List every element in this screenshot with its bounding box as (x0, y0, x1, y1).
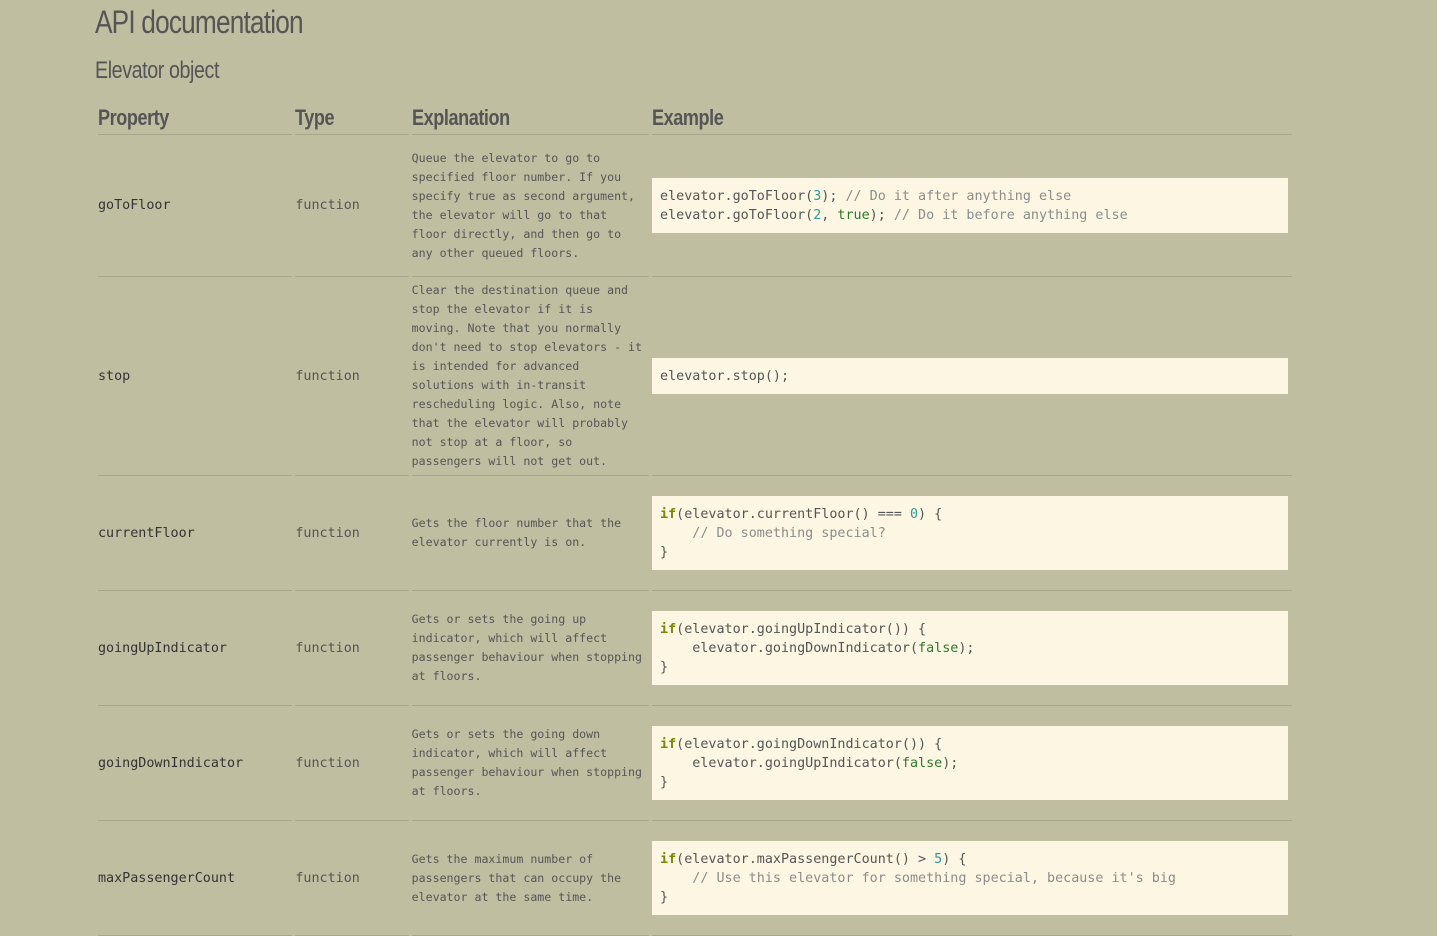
property-type: function (295, 821, 409, 936)
table-row: maxPassengerCount function Gets the maxi… (98, 821, 1292, 936)
code-text: ) { (918, 507, 943, 522)
property-name: goToFloor (98, 135, 293, 277)
property-type: function (295, 277, 409, 476)
property-name: maxPassengerCount (98, 821, 293, 936)
table-row: stop function Clear the destination queu… (98, 277, 1292, 476)
property-type: function (295, 591, 409, 706)
property-name: stop (98, 277, 293, 476)
api-table: Property Type Explanation Example goToFl… (95, 101, 1295, 936)
code-text: ); (958, 641, 975, 656)
section-title: Elevator object (95, 57, 220, 84)
table-row: goToFloor function Queue the elevator to… (98, 135, 1292, 277)
property-name: goingUpIndicator (98, 591, 293, 706)
property-example: if(elevator.currentFloor() === 0) { // D… (652, 476, 1292, 591)
property-example: if(elevator.goingUpIndicator()) { elevat… (652, 591, 1292, 706)
property-name: goingDownIndicator (98, 706, 293, 821)
code-text: (elevator.goingDownIndicator()) { (676, 737, 943, 752)
code-block: if(elevator.maxPassengerCount() > 5) { /… (652, 841, 1289, 915)
code-text: ); (869, 208, 894, 223)
code-text: elevator.goToFloor( (660, 208, 814, 223)
code-keyword: if (660, 737, 677, 752)
code-keyword: if (660, 852, 677, 867)
code-text: (elevator.currentFloor() === (676, 507, 910, 522)
code-text: } (660, 545, 669, 560)
property-type: function (295, 476, 409, 591)
code-keyword: if (660, 507, 677, 522)
property-explanation: Queue the elevator to go to specified fl… (411, 135, 650, 277)
code-text: , (821, 208, 838, 223)
property-explanation: Gets or sets the going down indicator, w… (411, 706, 650, 821)
property-type: function (295, 135, 409, 277)
code-number: 5 (934, 852, 943, 867)
property-explanation: Clear the destination queue and stop the… (411, 277, 650, 476)
property-explanation: Gets or sets the going up indicator, whi… (411, 591, 650, 706)
code-text: elevator.goingDownIndicator( (660, 641, 919, 656)
code-text: (elevator.goingUpIndicator()) { (676, 622, 927, 637)
code-keyword: if (660, 622, 677, 637)
table-row: currentFloor function Gets the floor num… (98, 476, 1292, 591)
code-block: if(elevator.currentFloor() === 0) { // D… (652, 496, 1289, 570)
header-example: Example (652, 101, 1292, 135)
code-block: elevator.stop(); (652, 358, 1289, 394)
code-boolean: false (901, 756, 943, 771)
header-explanation: Explanation (411, 101, 650, 135)
code-comment: // Use this elevator for something speci… (692, 871, 1176, 886)
code-number: 0 (909, 507, 919, 522)
code-text: ); (942, 756, 959, 771)
code-text: elevator.stop(); (660, 369, 790, 384)
code-text: } (660, 660, 669, 675)
table-row: goingUpIndicator function Gets or sets t… (98, 591, 1292, 706)
property-example: if(elevator.goingDownIndicator()) { elev… (652, 706, 1292, 821)
code-block: if(elevator.goingUpIndicator()) { elevat… (652, 611, 1289, 685)
code-text: ); (821, 189, 846, 204)
code-block: elevator.goToFloor(3); // Do it after an… (652, 178, 1289, 233)
code-text: (elevator.maxPassengerCount() > (676, 852, 935, 867)
code-text: elevator.goToFloor( (660, 189, 814, 204)
code-text: elevator.goingUpIndicator( (660, 756, 902, 771)
code-comment: // Do it after anything else (845, 189, 1072, 204)
property-example: if(elevator.maxPassengerCount() > 5) { /… (652, 821, 1292, 936)
table-header-row: Property Type Explanation Example (98, 101, 1292, 135)
header-type: Type (295, 101, 409, 135)
property-example: elevator.goToFloor(3); // Do it after an… (652, 135, 1292, 277)
property-explanation: Gets the maximum number of passengers th… (411, 821, 650, 936)
code-comment: // Do it before anything else (893, 208, 1128, 223)
code-text: } (660, 775, 669, 790)
property-explanation: Gets the floor number that the elevator … (411, 476, 650, 591)
header-property: Property (98, 101, 293, 135)
code-text: } (660, 890, 669, 905)
property-example: elevator.stop(); (652, 277, 1292, 476)
property-type: function (295, 706, 409, 821)
table-row: goingDownIndicator function Gets or sets… (98, 706, 1292, 821)
code-boolean: true (837, 208, 870, 223)
code-block: if(elevator.goingDownIndicator()) { elev… (652, 726, 1289, 800)
property-name: currentFloor (98, 476, 293, 591)
page-title: API documentation (95, 4, 304, 40)
code-boolean: false (918, 641, 959, 656)
code-comment: // Do something special? (692, 526, 886, 541)
code-text: ) { (942, 852, 967, 867)
